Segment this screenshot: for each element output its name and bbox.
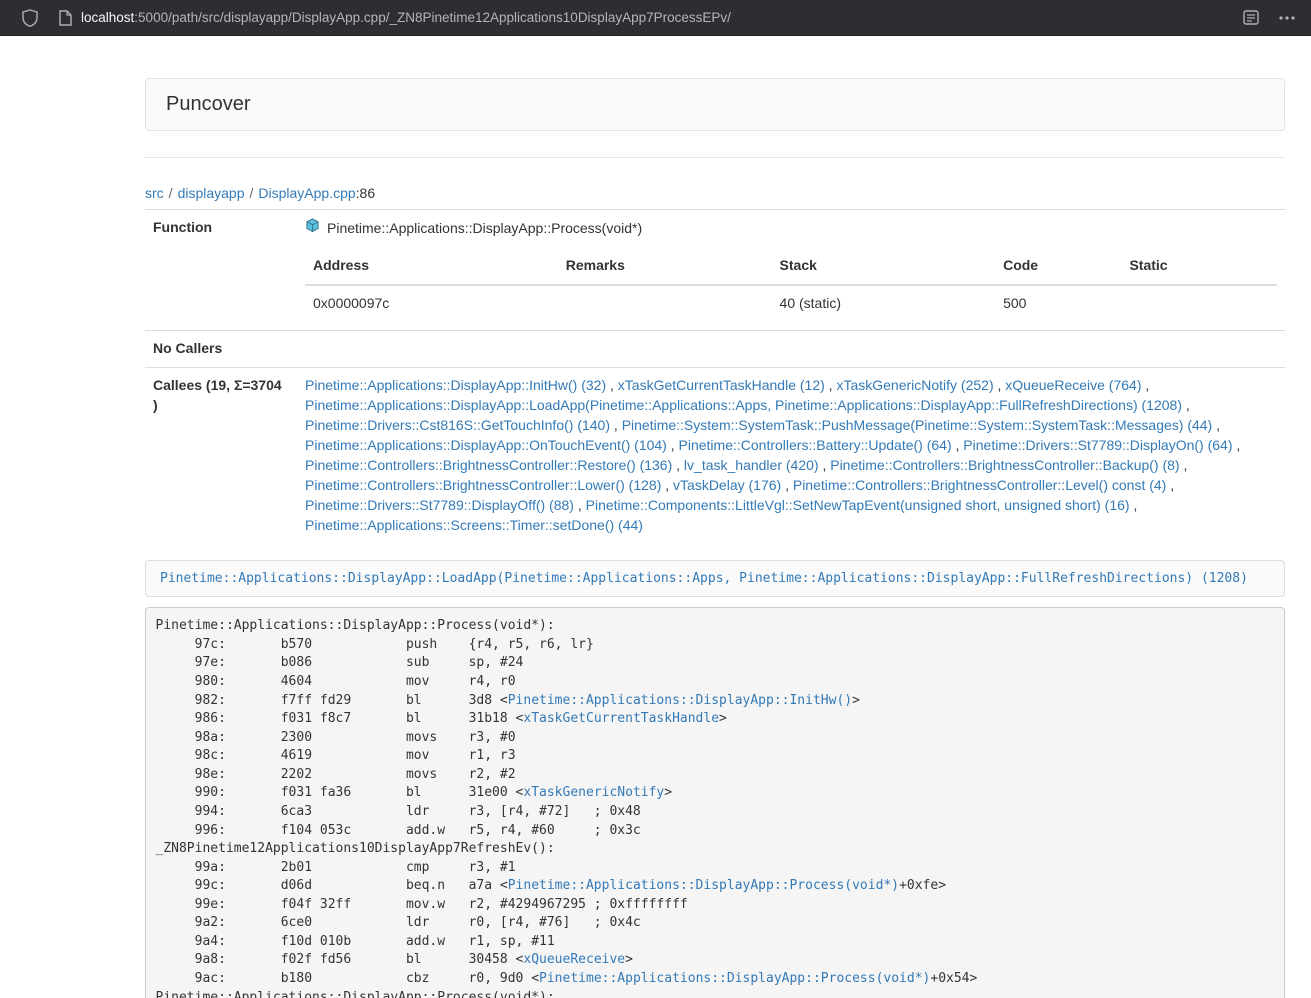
- callee-link[interactable]: Pinetime::Applications::Screens::Timer::…: [305, 517, 643, 533]
- callee-separator: ,: [610, 417, 622, 433]
- code-symbol-link[interactable]: xQueueReceive: [523, 952, 625, 967]
- shield-icon[interactable]: [22, 9, 38, 27]
- function-table: Function Pinetime::Applications::Display…: [145, 209, 1285, 544]
- no-callers-label: No Callers: [145, 330, 297, 367]
- remarks-value: [558, 285, 772, 322]
- divider: [145, 157, 1285, 158]
- callee-link[interactable]: lv_task_handler (420): [684, 457, 819, 473]
- code-symbol-link[interactable]: xTaskGenericNotify: [523, 785, 664, 800]
- column-header-static: Static: [1121, 248, 1277, 285]
- callee-link[interactable]: Pinetime::Drivers::St7789::DisplayOn() (…: [963, 437, 1232, 453]
- stack-value: 40 (static): [772, 285, 996, 322]
- callee-link[interactable]: Pinetime::Controllers::BrightnessControl…: [793, 477, 1166, 493]
- callee-link[interactable]: xTaskGetCurrentTaskHandle (12): [618, 377, 825, 393]
- callee-separator: ,: [574, 497, 586, 513]
- callee-separator: ,: [781, 477, 793, 493]
- page-title: Puncover: [166, 93, 1264, 116]
- disassembly-code: Pinetime::Applications::DisplayApp::Proc…: [145, 607, 1285, 998]
- code-symbol-link[interactable]: Pinetime::Applications::DisplayApp::Proc…: [508, 878, 899, 893]
- details-header-row: Address Remarks Stack Code Static: [305, 248, 1277, 285]
- callee-separator: ,: [1166, 477, 1174, 493]
- static-value: [1121, 285, 1277, 322]
- breadcrumb-line-number: :86: [356, 185, 375, 201]
- page-icon[interactable]: [59, 10, 72, 26]
- code-symbol-link[interactable]: Pinetime::Applications::DisplayApp::Proc…: [539, 971, 930, 986]
- callee-separator: ,: [1180, 457, 1188, 473]
- callee-separator: ,: [672, 457, 684, 473]
- callee-separator: ,: [1141, 377, 1149, 393]
- selected-symbol-panel: Pinetime::Applications::DisplayApp::Load…: [145, 560, 1285, 597]
- page-content: Puncover src/displayapp/DisplayApp.cpp:8…: [145, 36, 1285, 998]
- callee-link[interactable]: Pinetime::Components::LittleVgl::SetNewT…: [586, 497, 1130, 513]
- callees-row: Callees (19, Σ=3704 ) Pinetime::Applicat…: [145, 367, 1285, 543]
- callee-link[interactable]: Pinetime::System::SystemTask::PushMessag…: [622, 417, 1213, 433]
- breadcrumb: src/displayapp/DisplayApp.cpp:86: [145, 185, 1285, 201]
- callee-link[interactable]: Pinetime::Controllers::BrightnessControl…: [305, 477, 661, 493]
- callee-link[interactable]: Pinetime::Controllers::Battery::Update()…: [679, 437, 952, 453]
- callee-link[interactable]: Pinetime::Applications::DisplayApp::OnTo…: [305, 437, 667, 453]
- column-header-stack: Stack: [772, 248, 996, 285]
- no-callers-value: [297, 330, 1285, 367]
- breadcrumb-item-displayapp[interactable]: displayapp: [178, 185, 245, 201]
- details-value-row: 0x0000097c 40 (static) 500: [305, 285, 1277, 322]
- address-value: 0x0000097c: [305, 285, 558, 322]
- url-bar[interactable]: localhost:5000/path/src/displayapp/Displ…: [81, 10, 1243, 25]
- function-details-table: Address Remarks Stack Code Static 0x0000…: [305, 248, 1277, 322]
- callee-separator: ,: [952, 437, 964, 453]
- page-title-panel: Puncover: [145, 78, 1285, 131]
- reader-mode-icon[interactable]: [1243, 10, 1259, 25]
- url-host: localhost: [81, 10, 134, 25]
- callee-separator: ,: [1212, 417, 1220, 433]
- breadcrumb-separator: /: [250, 185, 254, 201]
- callee-separator: ,: [661, 477, 673, 493]
- function-cube-icon: [305, 218, 320, 239]
- breadcrumb-item-src[interactable]: src: [145, 185, 164, 201]
- callee-link[interactable]: vTaskDelay (176): [673, 477, 781, 493]
- function-row-label: Function: [145, 210, 297, 331]
- function-name-line: Pinetime::Applications::DisplayApp::Proc…: [305, 218, 1277, 239]
- callees-list: Pinetime::Applications::DisplayApp::Init…: [297, 367, 1285, 543]
- callee-separator: ,: [819, 457, 831, 473]
- callee-separator: ,: [825, 377, 837, 393]
- breadcrumb-separator: /: [169, 185, 173, 201]
- code-symbol-link[interactable]: Pinetime::Applications::DisplayApp::Init…: [508, 693, 852, 708]
- column-header-address: Address: [305, 248, 558, 285]
- callee-separator: ,: [1182, 397, 1190, 413]
- selected-symbol-link[interactable]: Pinetime::Applications::DisplayApp::Load…: [160, 571, 1248, 586]
- callee-separator: ,: [1130, 497, 1138, 513]
- code-symbol-link[interactable]: xTaskGetCurrentTaskHandle: [523, 711, 719, 726]
- callee-link[interactable]: Pinetime::Applications::DisplayApp::Init…: [305, 377, 606, 393]
- callee-separator: ,: [1233, 437, 1241, 453]
- overflow-menu-icon[interactable]: [1279, 16, 1295, 20]
- callee-separator: ,: [606, 377, 618, 393]
- callee-link[interactable]: Pinetime::Controllers::BrightnessControl…: [830, 457, 1179, 473]
- url-path: :5000/path/src/displayapp/DisplayApp.cpp…: [134, 10, 731, 25]
- browser-toolbar: localhost:5000/path/src/displayapp/Displ…: [0, 0, 1311, 36]
- callee-link[interactable]: Pinetime::Drivers::St7789::DisplayOff() …: [305, 497, 574, 513]
- callee-link[interactable]: xTaskGenericNotify (252): [836, 377, 993, 393]
- callee-link[interactable]: Pinetime::Drivers::Cst816S::GetTouchInfo…: [305, 417, 610, 433]
- function-row: Function Pinetime::Applications::Display…: [145, 210, 1285, 331]
- column-header-remarks: Remarks: [558, 248, 772, 285]
- column-header-code: Code: [995, 248, 1121, 285]
- breadcrumb-item-file[interactable]: DisplayApp.cpp: [258, 185, 355, 201]
- callee-link[interactable]: Pinetime::Applications::DisplayApp::Load…: [305, 397, 1182, 413]
- callee-link[interactable]: Pinetime::Controllers::BrightnessControl…: [305, 457, 672, 473]
- callees-label: Callees (19, Σ=3704 ): [145, 367, 297, 543]
- function-name: Pinetime::Applications::DisplayApp::Proc…: [327, 219, 642, 239]
- callee-separator: ,: [667, 437, 679, 453]
- toolbar-actions: [1243, 10, 1295, 25]
- callee-link[interactable]: xQueueReceive (764): [1005, 377, 1141, 393]
- callee-separator: ,: [994, 377, 1006, 393]
- code-value: 500: [995, 285, 1121, 322]
- no-callers-row: No Callers: [145, 330, 1285, 367]
